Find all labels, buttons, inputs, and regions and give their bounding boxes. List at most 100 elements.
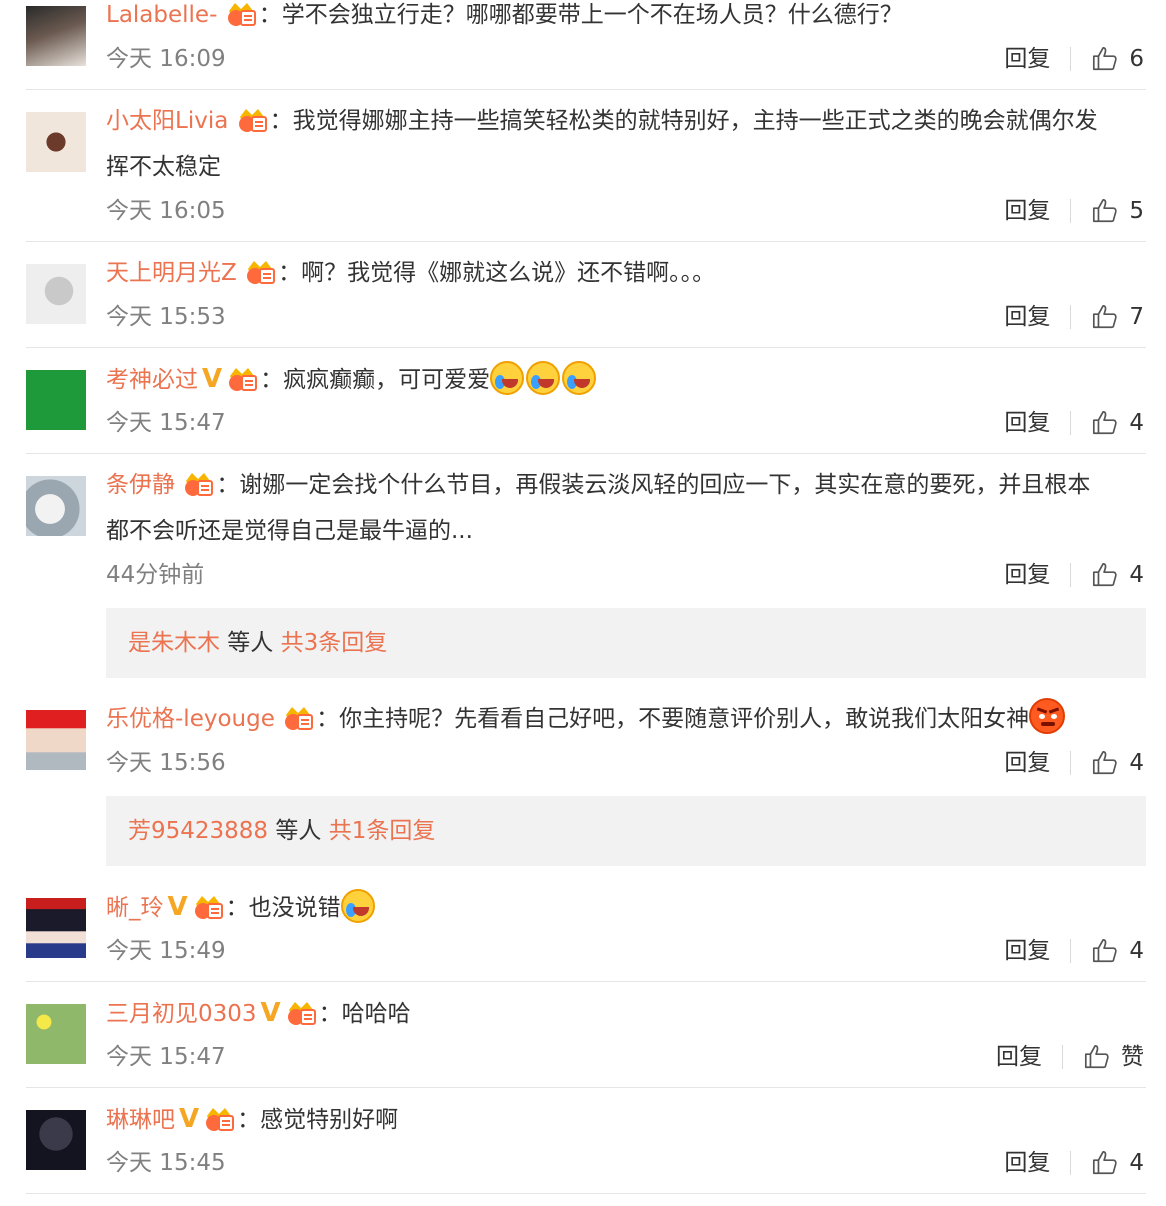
avatar[interactable] — [26, 370, 86, 430]
more-replies-link[interactable]: 芳95423888 等人 共1条回复 — [106, 796, 1146, 866]
comment-time: 今天 16:05 — [106, 198, 226, 224]
thumbs-up-icon[interactable] — [1091, 303, 1119, 331]
reply-count[interactable]: 共1条回复 — [329, 818, 436, 844]
reply-button[interactable]: 回复 — [1004, 748, 1050, 778]
avatar[interactable] — [26, 710, 86, 770]
fan-badge-icon — [228, 367, 258, 392]
comment-line: 三月初见0303 V ：哈哈哈 — [106, 990, 1146, 1037]
fan-badge-icon — [237, 108, 267, 133]
more-replies-mid: 等人 — [220, 630, 281, 656]
comment-time: 今天 15:45 — [106, 1150, 226, 1176]
divider — [1070, 751, 1072, 775]
avatar[interactable] — [26, 1004, 86, 1064]
avatar[interactable] — [26, 898, 86, 958]
more-replies-link[interactable]: 是朱木木 等人 共3条回复 — [106, 608, 1146, 678]
reply-button[interactable]: 回复 — [1004, 936, 1050, 966]
like-count: 4 — [1129, 410, 1144, 436]
colon: ： — [260, 367, 284, 393]
row-divider — [26, 453, 1146, 454]
colon: ： — [278, 260, 302, 286]
username[interactable]: 天上明月光Z — [106, 260, 237, 286]
divider — [1070, 199, 1072, 223]
thumbs-up-icon[interactable] — [1083, 1043, 1111, 1071]
avatar[interactable] — [26, 6, 86, 66]
thumbs-up-icon[interactable] — [1091, 409, 1119, 437]
row-divider — [26, 981, 1146, 982]
username[interactable]: 三月初见0303 — [106, 1001, 257, 1027]
fan-badge-icon — [284, 706, 314, 731]
comment-text: 哈哈哈 — [341, 1001, 411, 1027]
comment-time: 今天 15:56 — [106, 750, 226, 776]
avatar[interactable] — [26, 264, 86, 324]
comment-actions: 回复 4 — [1004, 408, 1144, 438]
divider — [1070, 939, 1072, 963]
divider — [1062, 1045, 1063, 1069]
row-divider — [26, 347, 1146, 348]
reply-button[interactable]: 回复 — [1004, 560, 1050, 590]
fan-badge-icon — [246, 260, 276, 285]
thumbs-up-icon[interactable] — [1091, 561, 1119, 589]
thumbs-up-icon[interactable] — [1091, 1149, 1119, 1177]
avatar[interactable] — [26, 1110, 86, 1170]
comment-actions: 回复 4 — [1004, 1148, 1144, 1178]
colon: ： — [237, 1107, 261, 1133]
comment-line: 条伊静 ：谢娜一定会找个什么节目，再假装云淡风轻的回应一下，其实在意的要死，并且… — [106, 462, 1146, 554]
comment-line: 乐优格-leyouge ：你主持呢？先看看自己好吧，不要随意评价别人，敢说我们太… — [106, 696, 1146, 742]
username[interactable]: 乐优格-leyouge — [106, 706, 275, 732]
comment-actions: 回复 5 — [1004, 196, 1144, 226]
more-replies-mid: 等人 — [268, 818, 329, 844]
username[interactable]: 晰_玲 — [106, 895, 164, 921]
colon: ： — [258, 2, 282, 28]
reply-button[interactable]: 回复 — [1004, 1148, 1050, 1178]
like-count: 4 — [1129, 562, 1144, 588]
comment-text-continued: 都不会听还是觉得自己是最牛逼的... — [106, 518, 473, 544]
laugh-cry-emoji-icon — [490, 361, 525, 395]
like-count: 5 — [1129, 198, 1144, 224]
row-divider — [26, 1087, 1146, 1088]
username[interactable]: 小太阳Livia — [106, 108, 228, 134]
comment-actions: 回复 赞 — [996, 1042, 1144, 1072]
laugh-cry-emoji-icon — [526, 361, 561, 395]
like-label[interactable]: 赞 — [1121, 1042, 1144, 1072]
row-divider — [26, 241, 1146, 242]
thumbs-up-icon[interactable] — [1091, 45, 1119, 73]
colon: ： — [225, 895, 249, 921]
laugh-cry-emoji-icon — [340, 889, 375, 923]
comment-line: 小太阳Livia ：我觉得娜娜主持一些搞笑轻松类的就特别好，主持一些正式之类的晚… — [106, 98, 1146, 190]
avatar[interactable] — [26, 476, 86, 536]
reply-button[interactable]: 回复 — [1004, 44, 1050, 74]
comment-line: 晰_玲 V ：也没说错 — [106, 884, 1146, 931]
thumbs-up-icon[interactable] — [1091, 197, 1119, 225]
comment-time: 今天 15:53 — [106, 304, 226, 330]
comment-text: 我觉得娜娜主持一些搞笑轻松类的就特别好，主持一些正式之类的晚会就偶尔发 — [292, 108, 1098, 134]
comment-text: 也没说错 — [248, 895, 341, 921]
avatar[interactable] — [26, 112, 86, 172]
reply-user[interactable]: 是朱木木 — [128, 630, 220, 656]
comment-actions: 回复 4 — [1004, 936, 1144, 966]
comment-time: 今天 15:47 — [106, 1044, 226, 1070]
reply-button[interactable]: 回复 — [1004, 196, 1050, 226]
divider — [1070, 1151, 1072, 1175]
verified-v-icon: V — [260, 998, 281, 1028]
username[interactable]: 琳琳吧 — [106, 1107, 175, 1133]
comment-text: 你主持呢？先看看自己好吧，不要随意评价别人，敢说我们太阳女神 — [339, 706, 1030, 732]
thumbs-up-icon[interactable] — [1091, 749, 1119, 777]
colon: ： — [316, 706, 340, 732]
comment-line: 考神必过 V ：疯疯癫癫，可可爱爱 — [106, 356, 1146, 403]
reply-button[interactable]: 回复 — [996, 1042, 1042, 1072]
like-count: 4 — [1129, 1150, 1144, 1176]
reply-user[interactable]: 芳95423888 — [128, 818, 268, 844]
reply-button[interactable]: 回复 — [1004, 408, 1050, 438]
reply-button[interactable]: 回复 — [1004, 302, 1050, 332]
verified-v-icon: V — [202, 364, 223, 394]
thumbs-up-icon[interactable] — [1091, 937, 1119, 965]
comment-text: 啊？我觉得《娜就这么说》还不错啊。。。 — [301, 260, 716, 286]
row-divider — [26, 1193, 1146, 1194]
username[interactable]: 条伊静 — [106, 472, 175, 498]
username[interactable]: Lalabelle- — [106, 2, 217, 28]
comment-actions: 回复 7 — [1004, 302, 1144, 332]
fan-badge-icon — [205, 1107, 235, 1132]
comment-line: Lalabelle- ：学不会独立行走？哪哪都要带上一个不在场人员？什么德行？ — [106, 0, 1146, 38]
username[interactable]: 考神必过 — [106, 367, 198, 393]
reply-count[interactable]: 共3条回复 — [281, 630, 388, 656]
